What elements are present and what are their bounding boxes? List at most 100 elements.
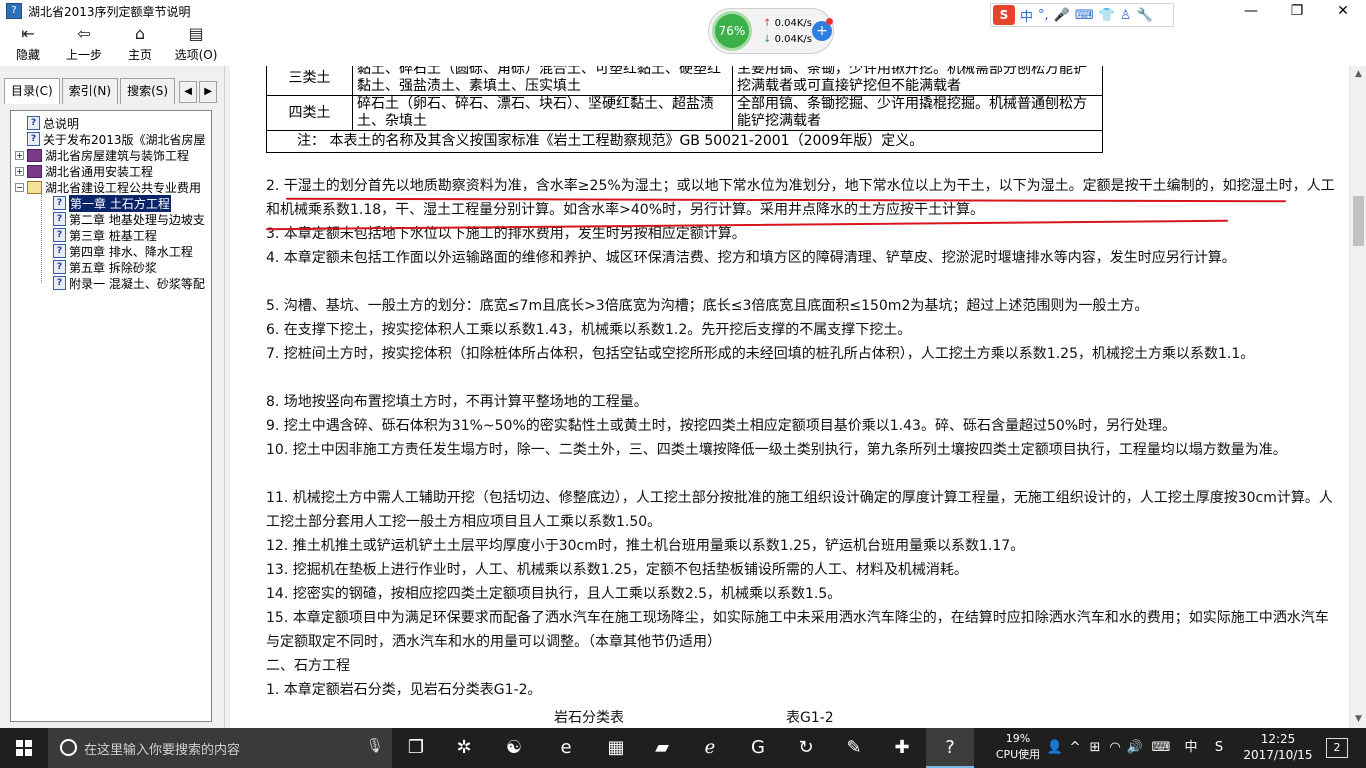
clause-paragraph: 5. 沟槽、基坑、一般土方的划分：底宽≤7m且底长>3倍底宽为沟槽；底长≤3倍底… bbox=[266, 298, 1149, 314]
notification-center-icon[interactable]: 2 bbox=[1326, 738, 1348, 758]
sogou-logo-icon[interactable]: S bbox=[993, 5, 1015, 25]
keyboard-icon[interactable]: ⌨ bbox=[1150, 728, 1172, 768]
home-button[interactable]: ⌂ 主页 bbox=[112, 22, 168, 66]
restore-button[interactable]: ❐ bbox=[1274, 0, 1320, 22]
tab-index[interactable]: 索引(N) bbox=[61, 78, 119, 104]
network-icon[interactable]: ◠ bbox=[1104, 728, 1126, 768]
tree-item-label: 湖北省建设工程公共专业费用 bbox=[45, 180, 202, 195]
tree-item[interactable]: ? 第四章 排水、降水工程 bbox=[53, 243, 193, 259]
home-icon: ⌂ bbox=[134, 24, 146, 43]
store-app-icon[interactable]: ▦ bbox=[592, 728, 640, 768]
plus-app-icon[interactable]: ✚ bbox=[878, 728, 926, 768]
soil-classification-table: 三类土 黏土、碎石土（圆砾、角砾）混合土、可塑红黏土、硬塑红黏土、强盐渍土、素填… bbox=[266, 66, 1103, 153]
memory-usage-ring[interactable]: 76% bbox=[712, 11, 752, 51]
tree-item[interactable]: ? 总说明 bbox=[15, 115, 79, 131]
tree-item-label: 第五章 拆除砂浆 bbox=[69, 260, 157, 275]
help-topic-icon: ? bbox=[53, 228, 66, 242]
clause-paragraph: 4. 本章定额未包括工作面以外运输路面的维修和养护、城区环保清洁费、挖方和填方区… bbox=[266, 250, 1236, 266]
tree-item[interactable]: ? 第一章 土石方工程 bbox=[53, 194, 171, 212]
ie-app-icon[interactable]: ℯ bbox=[686, 728, 734, 768]
tree-item-label: 附录一 混凝土、砂浆等配 bbox=[69, 276, 205, 291]
minimize-button[interactable]: — bbox=[1228, 0, 1274, 22]
tree-expander-icon[interactable]: − bbox=[15, 182, 24, 192]
tree-item[interactable]: ? 第三章 桩基工程 bbox=[53, 227, 157, 243]
clause-paragraph: 12. 推土机推土或铲运机铲土土层平均厚度小于30cm时，推土机台班用量乘以系数… bbox=[266, 538, 1025, 554]
taskbar-search-box[interactable]: 在这里输入你要搜索的内容 🎙 bbox=[48, 728, 392, 768]
tab-contents[interactable]: 目录(C) bbox=[4, 78, 60, 104]
tree-item[interactable]: + 湖北省通用安装工程 bbox=[15, 163, 153, 179]
tree-item-label: 第二章 地基处理与边坡支 bbox=[69, 212, 205, 227]
ime-voice-icon[interactable]: 🎤 bbox=[1054, 8, 1070, 23]
tab-search[interactable]: 搜索(S) bbox=[120, 78, 176, 104]
tree-item[interactable]: ? 第二章 地基处理与边坡支 bbox=[53, 211, 205, 227]
microphone-icon[interactable]: 🎙 bbox=[366, 738, 384, 754]
task-view-app-icon[interactable]: ❐ bbox=[392, 728, 440, 768]
help-topic-icon: ? bbox=[53, 196, 66, 210]
tree-item[interactable]: ? 关于发布2013版《湖北省房屋 bbox=[15, 131, 206, 147]
hide-button[interactable]: ⇤ 隐藏 bbox=[0, 22, 56, 66]
show-hidden-icons[interactable]: ^ bbox=[1064, 728, 1086, 768]
hide-icon: ⇤ bbox=[21, 24, 35, 43]
options-button[interactable]: ▤ 选项(O) bbox=[168, 22, 224, 66]
table-cell: 三类土 bbox=[266, 66, 353, 96]
refresh-app-icon[interactable]: ↻ bbox=[782, 728, 830, 768]
people-icon[interactable]: 👤 bbox=[1044, 728, 1066, 768]
tree-expander-icon[interactable]: + bbox=[15, 150, 24, 160]
upload-speed: ↑ 0.04K/s bbox=[763, 18, 812, 29]
tab-scroll-left-icon[interactable]: ◀ bbox=[179, 81, 198, 103]
help-topic-icon: ? bbox=[53, 212, 66, 226]
table-note: 注： 本表土的名称及其含义按国家标准《岩土工程勘察规范》GB 50021-200… bbox=[266, 130, 1103, 153]
help-topic-icon: ? bbox=[53, 244, 66, 258]
back-label: 上一步 bbox=[65, 48, 102, 62]
table-cell: 四类土 bbox=[266, 95, 353, 131]
tree-item[interactable]: + 湖北省房屋建筑与装饰工程 bbox=[15, 147, 189, 163]
ime-chinese-mode[interactable]: 中 bbox=[1020, 6, 1033, 25]
taskbar-clock[interactable]: 12:25 2017/10/15 bbox=[1236, 731, 1320, 763]
vertical-scrollbar[interactable]: ▲ ▼ bbox=[1349, 66, 1366, 728]
edge-app-icon[interactable]: e bbox=[542, 728, 590, 768]
tree-item-label: 湖北省房屋建筑与装饰工程 bbox=[45, 148, 190, 163]
scroll-thumb[interactable] bbox=[1353, 196, 1364, 246]
tree-expander-icon[interactable]: + bbox=[15, 166, 24, 176]
scroll-down-icon[interactable]: ▼ bbox=[1350, 711, 1366, 728]
help-app-icon[interactable]: ? bbox=[926, 728, 974, 768]
back-button[interactable]: ⇦ 上一步 bbox=[56, 22, 112, 66]
cpu-meter[interactable]: 19% CPU使用 bbox=[990, 731, 1046, 763]
upload-value: 0.04K/s bbox=[774, 18, 812, 29]
hide-label: 隐藏 bbox=[15, 48, 40, 62]
ime-keyboard-icon[interactable]: ⌨ bbox=[1075, 8, 1094, 23]
tree-item[interactable]: − 湖北省建设工程公共专业费用 bbox=[15, 179, 201, 195]
net-speed-widget[interactable]: 76% ↑ 0.04K/s ↓ 0.04K/s + bbox=[708, 8, 834, 54]
notes-app-icon[interactable]: ✎ bbox=[830, 728, 878, 768]
open-book-icon bbox=[27, 180, 42, 194]
tree-item-label: 总说明 bbox=[43, 116, 80, 131]
ime-punctuation-icon[interactable]: °, bbox=[1038, 8, 1049, 23]
close-button[interactable]: ✕ bbox=[1320, 0, 1366, 22]
tree-item-label: 第三章 桩基工程 bbox=[69, 228, 157, 243]
clock-time: 12:25 bbox=[1260, 732, 1296, 746]
tablet-icon[interactable]: ⊞ bbox=[1084, 728, 1106, 768]
input-language-indicator[interactable]: 中 bbox=[1180, 728, 1202, 768]
ime-user-icon[interactable]: ♙ bbox=[1120, 8, 1132, 23]
clause-paragraph: 14. 挖密实的钢碴，按相应挖四类土定额项目执行，且人工乘以系数2.5，机械乘以… bbox=[266, 586, 842, 602]
cpu-label: CPU使用 bbox=[995, 748, 1041, 761]
navigation-pane: 目录(C) 索引(N) 搜索(S) ◀ ▶ ? 总说明? 关于发布2013版《湖北省… bbox=[0, 66, 224, 728]
ime-tools-icon[interactable]: 🔧 bbox=[1136, 8, 1152, 23]
clause-paragraph: 13. 挖掘机在垫板上进行作业时，人工、机械乘以系数1.25，定额不包括垫板铺设… bbox=[266, 562, 968, 578]
tree-item[interactable]: ? 附录一 混凝土、砂浆等配 bbox=[53, 275, 205, 291]
start-button[interactable] bbox=[0, 728, 48, 768]
tree-item[interactable]: ? 第五章 拆除砂浆 bbox=[53, 259, 157, 275]
tree-item-label: 第四章 排水、降水工程 bbox=[69, 244, 193, 259]
tree-item-label: 关于发布2013版《湖北省房屋 bbox=[43, 132, 206, 147]
scroll-up-icon[interactable]: ▲ bbox=[1350, 66, 1366, 83]
cortana-swirl-app-icon[interactable]: ☯ bbox=[490, 728, 538, 768]
section-heading: 二、石方工程 bbox=[266, 658, 350, 674]
ime-skin-icon[interactable]: 👕 bbox=[1099, 8, 1115, 23]
tab-scroll-right-icon[interactable]: ▶ bbox=[199, 81, 218, 103]
sogou-tray-icon[interactable]: S bbox=[1208, 728, 1230, 768]
fan-app-icon[interactable]: ✲ bbox=[440, 728, 488, 768]
file-explorer-app-icon[interactable]: ▰ bbox=[638, 728, 686, 768]
chrome-app-icon[interactable]: G bbox=[734, 728, 782, 768]
volume-icon[interactable]: 🔊 bbox=[1124, 728, 1146, 768]
clause-paragraph: 9. 挖土中遇含碎、砾石体积为31%~50%的密实黏性土或黄土时，按挖四类土相应… bbox=[266, 418, 1177, 434]
